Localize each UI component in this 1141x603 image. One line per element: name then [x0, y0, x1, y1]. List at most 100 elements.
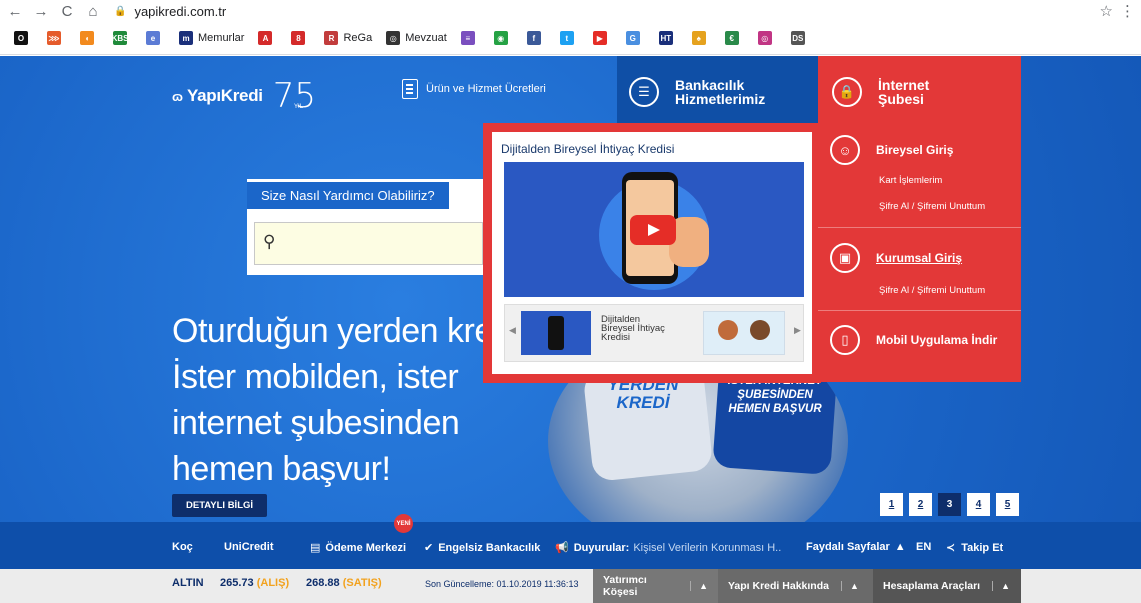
megaphone-icon: 📢	[555, 542, 569, 554]
bookmark-item[interactable]: ▶	[592, 31, 612, 45]
bookmark-favicon-icon: O	[14, 31, 28, 45]
logo-mark-icon: ɷ	[172, 88, 183, 104]
bookmark-item[interactable]: €	[724, 31, 744, 45]
prev-arrow-icon[interactable]: ◀	[509, 325, 516, 336]
language-link[interactable]: EN	[916, 541, 931, 553]
pager-page-5[interactable]: 5	[996, 493, 1019, 516]
useful-pages-link[interactable]: Faydalı Sayfalar ▲	[806, 541, 906, 553]
personal-login-link[interactable]: ☺ Bireysel Giriş	[830, 135, 953, 165]
follow-link[interactable]: ≺ Takip Et	[946, 541, 1003, 555]
bookmark-label: Memurlar	[198, 32, 245, 44]
gold-ticker: ALTIN 265.73 (ALIŞ) 268.88 (SATIŞ) Son G…	[0, 569, 1141, 603]
internet-branch-menu[interactable]: 🔒 İnternet Şubesi	[818, 56, 1021, 127]
payment-center-link[interactable]: ▤ Ödeme Merkezi	[310, 541, 406, 555]
koc-logo[interactable]: Koç	[172, 541, 193, 553]
thumbnail-1[interactable]	[521, 311, 591, 355]
banking-label-1: Bankacılık	[675, 76, 745, 93]
help-title: Size Nasıl Yardımcı Olabiliriz?	[247, 182, 449, 209]
banking-services-menu[interactable]: ☰ Bankacılık Hizmetlerimiz	[617, 56, 818, 127]
more-info-button[interactable]: DETAYLI BİLGİ	[172, 494, 268, 517]
caret-up-icon: ▲	[894, 541, 906, 553]
bookmark-favicon-icon: ♠	[691, 31, 706, 45]
pager-page-1[interactable]: 1	[880, 493, 903, 516]
bookmark-favicon-icon: 8	[291, 31, 306, 45]
bookmark-item[interactable]: f	[526, 31, 546, 45]
calculation-tools-tab[interactable]: Hesaplama Araçları ▲	[873, 569, 1021, 603]
bookmark-favicon-icon: A	[258, 31, 273, 45]
home-icon[interactable]: ⌂	[82, 1, 104, 21]
bookmark-item[interactable]: ⋙	[47, 31, 66, 45]
hero-headline: Oturduğun yerden kredi İster mobilden, i…	[172, 312, 519, 488]
yapikredi-logo[interactable]: ɷ YapıKredi 75 YIL	[172, 79, 316, 113]
bookmark-item[interactable]: ◉	[493, 31, 513, 45]
reload-icon[interactable]: C	[56, 1, 78, 21]
bookmark-favicon-icon: ⋙	[47, 31, 61, 45]
video-player[interactable]	[504, 162, 804, 297]
bookmark-favicon-icon: ▶	[592, 31, 607, 45]
products-fees-link[interactable]: Ürün ve Hizmet Ücretleri	[402, 79, 546, 99]
logo-name: YapıKredi	[186, 86, 263, 105]
bookmark-item[interactable]: 8	[291, 31, 310, 45]
corporate-login-link[interactable]: ▣ Kurumsal Giriş	[830, 243, 962, 273]
mobile-app-link[interactable]: ▯ Mobil Uygulama İndir	[830, 325, 997, 355]
bookmark-label: Mevzuat	[405, 32, 447, 44]
bookmark-favicon-icon: KBS	[112, 31, 128, 45]
forward-icon[interactable]: →	[30, 1, 52, 21]
bookmark-item[interactable]: ◖	[80, 31, 99, 45]
footer-links-bar: Koç UniCredit ▤ Ödeme Merkezi ✔ Engelsiz…	[0, 522, 1141, 569]
bookmark-item[interactable]: m Memurlar	[179, 31, 244, 45]
bookmark-item[interactable]: R ReGa	[324, 31, 372, 45]
document-icon	[402, 79, 418, 99]
anniversary-sub: YIL	[293, 104, 303, 110]
list-icon: ☰	[629, 76, 659, 107]
bookmark-item[interactable]: ≡	[460, 31, 480, 45]
new-badge: YENİ	[394, 514, 413, 533]
menu-icon[interactable]: ⋮	[1120, 2, 1135, 20]
bookmark-item[interactable]: ◎	[757, 31, 777, 45]
products-fees-label: Ürün ve Hizmet Ücretleri	[426, 83, 546, 95]
password-link-personal[interactable]: Şifre Al / Şifremi Unuttum	[879, 201, 985, 212]
bookmark-favicon-icon: ◎	[757, 31, 772, 45]
announcements-link[interactable]: 📢 Duyurular: Kişisel Verilerin Korunması…	[555, 541, 781, 555]
about-yapikredi-tab[interactable]: Yapı Kredi Hakkında ▲	[718, 569, 873, 603]
help-search-input[interactable]: ⚲	[254, 222, 483, 265]
bookmark-item[interactable]: ◎ Mevzuat	[386, 31, 447, 45]
bookmark-item[interactable]: KBS	[112, 31, 132, 45]
thumbnail-1-label: Dijitalden Bireysel İhtiyaç Kredisi	[601, 314, 665, 343]
bookmark-favicon-icon: ◉	[493, 31, 508, 45]
bookmarks-bar: O ⋙ ◖ KBS e m Memurlar A 8 R ReGa ◎ Mevzuat ≡ ◉ f t ▶ G HT ♠…	[0, 22, 1141, 55]
investor-corner-tab[interactable]: Yatırımcı Köşesi ▲	[593, 569, 718, 603]
internet-label-2: Şubesi	[878, 90, 924, 107]
bookmark-item[interactable]: HT	[658, 31, 678, 45]
bookmark-item[interactable]: t	[559, 31, 579, 45]
bookmark-item[interactable]: DS	[790, 31, 810, 45]
accessible-banking-link[interactable]: ✔ Engelsiz Bankacılık	[424, 541, 540, 555]
bookmark-favicon-icon: HT	[658, 31, 673, 45]
pager-page-2[interactable]: 2	[909, 493, 932, 516]
bookmark-favicon-icon: e	[146, 31, 160, 45]
card-operations-link[interactable]: Kart İşlemlerim	[879, 175, 942, 186]
lock-icon: 🔒	[832, 76, 862, 107]
next-arrow-icon[interactable]: ▶	[794, 325, 801, 336]
play-icon[interactable]	[630, 215, 676, 245]
address-bar[interactable]: 🔒 yapikredi.com.tr	[114, 4, 226, 19]
pager-page-4[interactable]: 4	[967, 493, 990, 516]
search-icon: ⚲	[263, 232, 276, 251]
unicredit-logo[interactable]: UniCredit	[224, 541, 274, 553]
slider-pager: 12345	[880, 493, 1025, 516]
bookmark-item[interactable]: ♠	[691, 31, 711, 45]
bookmark-item[interactable]: G	[625, 31, 645, 45]
back-icon[interactable]: ←	[4, 1, 26, 21]
pager-page-3[interactable]: 3	[938, 493, 961, 516]
bookmark-item[interactable]: A	[258, 31, 277, 45]
bookmark-item[interactable]: e	[146, 31, 165, 45]
thumbnail-2[interactable]	[703, 311, 785, 355]
bookmark-item[interactable]: O	[14, 31, 33, 45]
bookmark-star-icon[interactable]: ☆	[1100, 2, 1113, 20]
bookmark-favicon-icon: ◖	[80, 31, 94, 45]
browser-toolbar: ← → C ⌂ 🔒 yapikredi.com.tr ☆ ⋮	[0, 0, 1141, 22]
share-icon: ≺	[946, 542, 956, 554]
password-link-corporate[interactable]: Şifre Al / Şifremi Unuttum	[879, 285, 985, 296]
bookmark-favicon-icon: G	[625, 31, 640, 45]
bookmark-favicon-icon: €	[724, 31, 739, 45]
